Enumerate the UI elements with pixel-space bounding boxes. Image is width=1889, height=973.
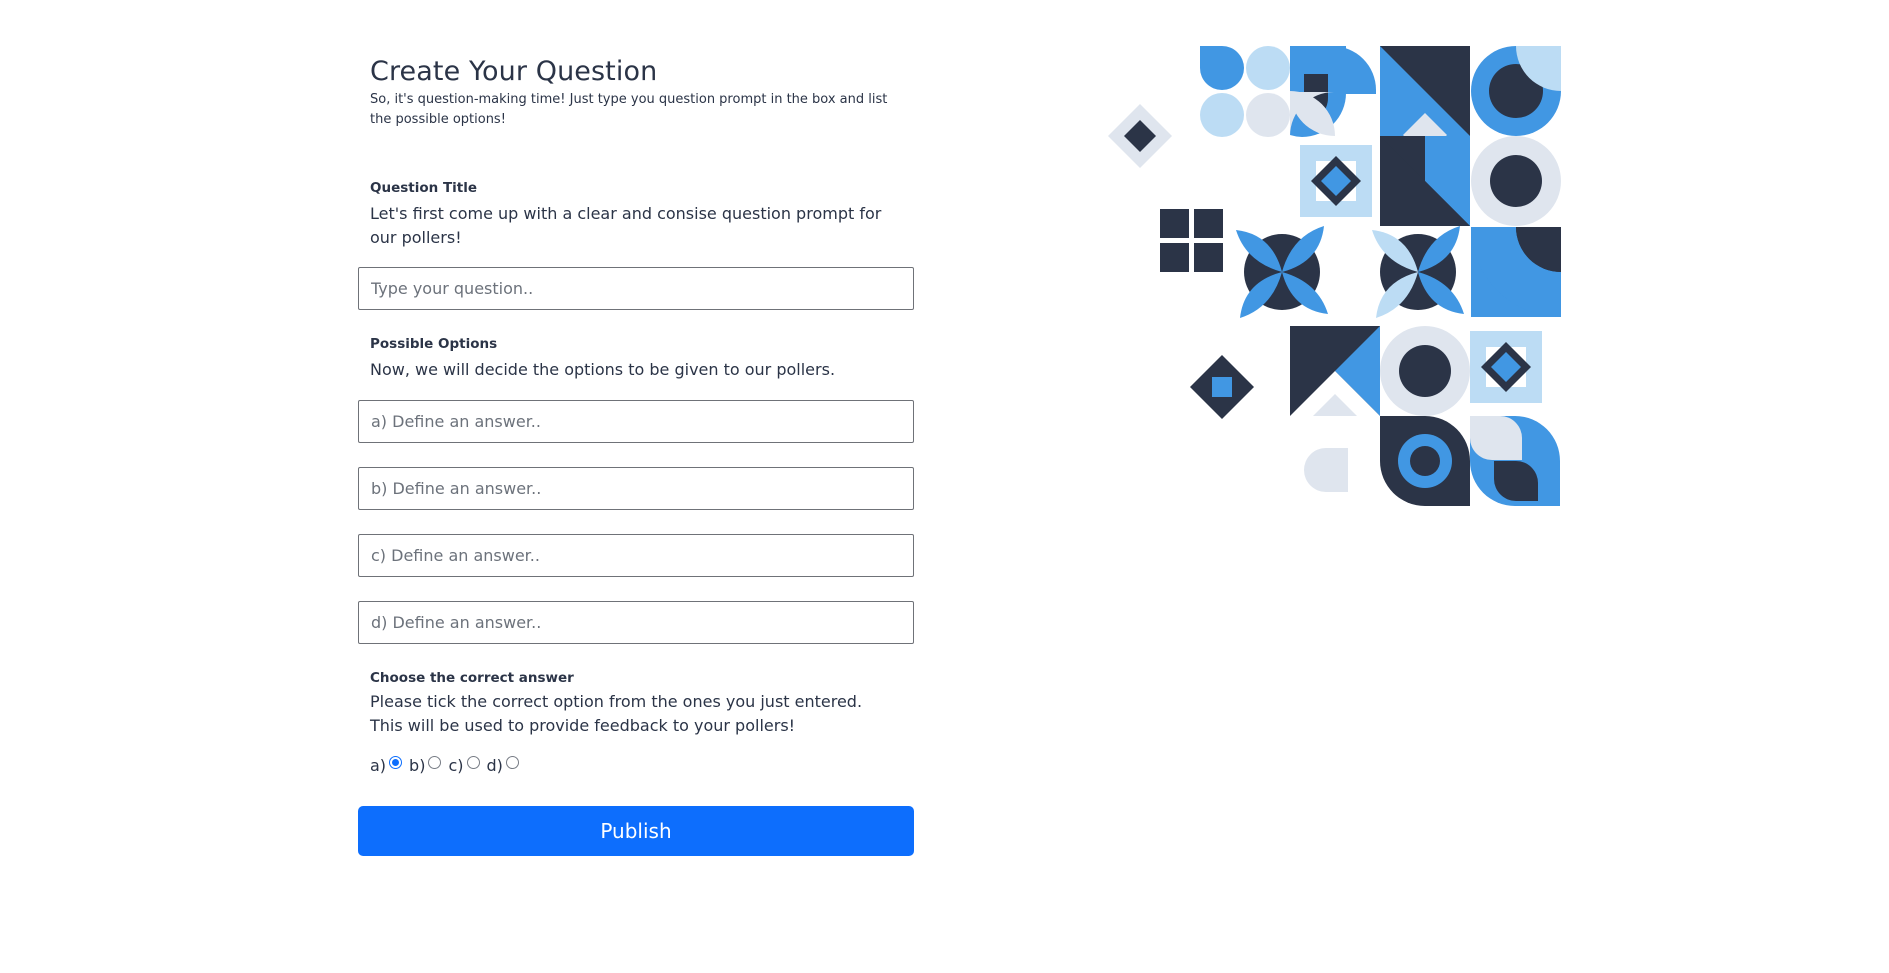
framed-diamond-tile-bottom: [1470, 331, 1542, 403]
question-title-label: Question Title: [370, 180, 478, 196]
correct-answer-description-line-2: This will be used to provide feedback to…: [370, 716, 796, 735]
publish-button[interactable]: Publish: [358, 806, 914, 856]
correct-answer-description-line-1: Please tick the correct option from the …: [370, 692, 863, 711]
correct-answer-description: Please tick the correct option from the …: [370, 690, 890, 738]
options-label: Possible Options: [370, 336, 498, 352]
correct-answer-radio-group: a) b) c) d): [370, 756, 526, 775]
option-d-input[interactable]: [358, 601, 914, 644]
ring-tile-top-right: [1471, 46, 1561, 136]
question-title-description: Let's first come up with a clear and con…: [370, 204, 882, 247]
correct-answer-label: Choose the correct answer: [370, 670, 574, 686]
radio-option-c[interactable]: c): [448, 756, 480, 775]
petal-flower-left: [1236, 226, 1328, 318]
radio-label-c: c): [448, 756, 464, 775]
radio-option-b[interactable]: b): [409, 756, 442, 775]
page-title: Create Your Question: [370, 56, 658, 87]
option-a-input[interactable]: [358, 400, 914, 443]
blue-drop-tile: [1470, 416, 1560, 506]
window-grid-icon: [1160, 209, 1223, 272]
target-ring-tile: [1380, 416, 1470, 506]
radio-label-d: d): [486, 756, 503, 775]
option-c-input[interactable]: [358, 534, 914, 577]
radio-option-d[interactable]: d): [487, 756, 519, 775]
petal-flower-right: [1372, 226, 1464, 318]
triangle-tile-middle: [1380, 136, 1470, 226]
leaf-shape-gray: [1304, 448, 1348, 492]
radio-label-b: b): [409, 756, 426, 775]
quarter-tile-right: [1471, 227, 1561, 317]
circle-cluster: [1200, 46, 1290, 137]
small-diamond-gray: [1108, 104, 1172, 168]
radio-button-c[interactable]: [466, 756, 480, 769]
radio-button-d[interactable]: [505, 756, 519, 769]
radio-option-a[interactable]: a): [370, 756, 403, 775]
options-description: Now, we will decide the options to be gi…: [370, 360, 836, 379]
radio-button-b[interactable]: [428, 756, 442, 769]
triangle-tile-bottom: [1290, 326, 1380, 416]
question-input[interactable]: [358, 267, 914, 310]
page-subtitle: So, it's question-making time! Just type…: [370, 92, 888, 127]
ring-tile-bottom: [1380, 326, 1470, 416]
option-b-input[interactable]: [358, 467, 914, 510]
framed-diamond-tile: [1300, 145, 1372, 217]
radio-label-a: a): [370, 756, 387, 775]
diamond-square-tile: [1190, 355, 1254, 419]
ring-tile-middle-right: [1471, 136, 1561, 226]
geometric-illustration: [1108, 46, 1561, 506]
blue-leaf-tile: [1290, 46, 1376, 137]
radio-button-a[interactable]: [389, 756, 403, 769]
